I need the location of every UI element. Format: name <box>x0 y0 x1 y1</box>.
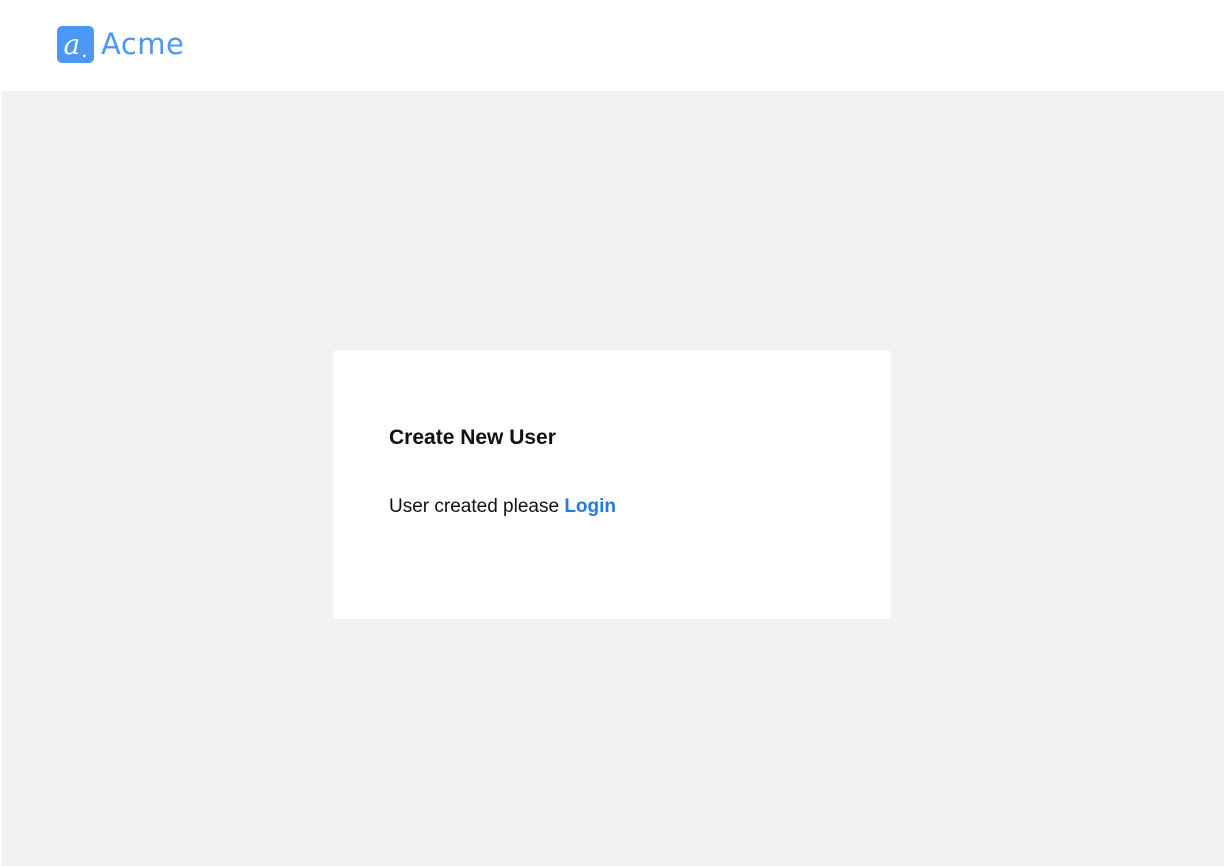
brand-logo[interactable]: a. Acme <box>57 26 184 63</box>
brand-name: Acme <box>101 27 185 61</box>
logo-dot: . <box>81 37 88 62</box>
letter-a-logo-icon: a. <box>57 26 94 63</box>
top-header: a. Acme <box>0 0 1226 91</box>
logo-glyph: a <box>63 27 81 61</box>
page: a. Acme Create New User User created ple… <box>0 0 1226 866</box>
success-message: User created please Login <box>389 496 616 518</box>
login-link[interactable]: Login <box>564 496 616 517</box>
success-message-text: User created please <box>389 496 560 517</box>
main-content: Create New User User created please Logi… <box>1 91 1224 866</box>
create-user-card: Create New User User created please Logi… <box>333 350 891 619</box>
card-title: Create New User <box>389 426 556 449</box>
